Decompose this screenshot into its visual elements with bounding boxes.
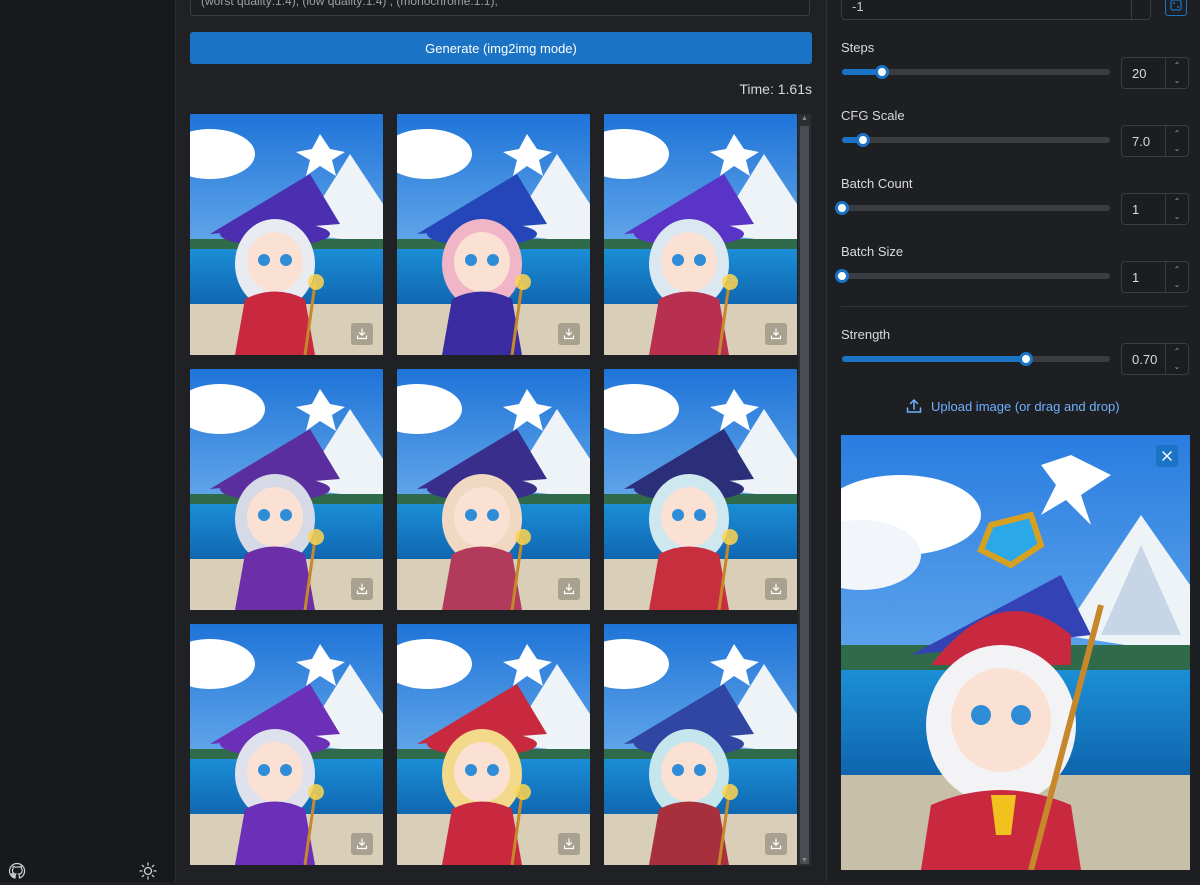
input-image: [841, 435, 1190, 870]
gallery-image[interactable]: [397, 369, 590, 610]
close-icon: [1162, 451, 1172, 461]
divider: [841, 306, 1187, 307]
strength-slider-handle[interactable]: [1018, 352, 1033, 366]
left-sidebar: [0, 0, 176, 882]
batch-size-slider[interactable]: [835, 269, 1110, 283]
cfg-scale-input[interactable]: 7.0 ⌃ ⌄: [1121, 125, 1189, 157]
image-gallery: [190, 114, 798, 866]
scrollbar-thumb[interactable]: [800, 126, 809, 864]
download-icon[interactable]: [351, 833, 373, 855]
gallery-image[interactable]: [190, 624, 383, 865]
gallery-image[interactable]: [604, 114, 797, 355]
batch-count-input[interactable]: 1 ⌃ ⌄: [1121, 193, 1189, 225]
cfg-scale-value: 7.0: [1132, 134, 1151, 149]
steps-stepper[interactable]: ⌃ ⌄: [1165, 58, 1188, 88]
cfg-scale-stepper[interactable]: ⌃ ⌄: [1165, 126, 1188, 156]
gallery-image[interactable]: [604, 624, 797, 865]
download-icon[interactable]: [558, 323, 580, 345]
download-icon[interactable]: [765, 578, 787, 600]
remove-image-button[interactable]: [1156, 445, 1178, 467]
download-icon[interactable]: [558, 578, 580, 600]
github-icon[interactable]: [8, 862, 26, 880]
steps-slider[interactable]: [842, 65, 1110, 79]
seed-input[interactable]: -1: [841, 0, 1151, 20]
batch-count-label: Batch Count: [841, 176, 913, 191]
upload-image-button[interactable]: Upload image (or drag and drop): [905, 396, 1120, 416]
generation-time: Time: 1.61s: [739, 81, 812, 97]
download-icon[interactable]: [351, 578, 373, 600]
batch-count-value: 1: [1132, 202, 1140, 217]
batch-size-stepper[interactable]: ⌃ ⌄: [1165, 262, 1188, 292]
gallery-image[interactable]: [190, 369, 383, 610]
steps-input[interactable]: 20 ⌃ ⌄: [1121, 57, 1189, 89]
steps-slider-handle[interactable]: [875, 65, 890, 79]
download-icon[interactable]: [351, 323, 373, 345]
download-icon[interactable]: [765, 323, 787, 345]
batch-size-label: Batch Size: [841, 244, 904, 259]
download-icon[interactable]: [558, 833, 580, 855]
dice-icon: [1170, 0, 1182, 11]
steps-value: 20: [1132, 66, 1147, 81]
seed-stepper[interactable]: [1131, 0, 1152, 20]
upload-icon: [906, 399, 922, 413]
gallery-image[interactable]: [604, 369, 797, 610]
sun-icon[interactable]: [139, 862, 157, 880]
batch-count-stepper[interactable]: ⌃ ⌄: [1165, 194, 1188, 224]
batch-size-value: 1: [1132, 270, 1140, 285]
gallery-scrollbar[interactable]: ▲ ▼: [798, 114, 811, 866]
generate-button[interactable]: Generate (img2img mode): [190, 32, 812, 64]
strength-label: Strength: [841, 327, 891, 342]
cfg-scale-label: CFG Scale: [841, 108, 905, 123]
steps-label: Steps: [841, 40, 875, 55]
cfg-scale-slider[interactable]: [842, 133, 1110, 147]
random-seed-button[interactable]: [1165, 0, 1187, 16]
batch-size-input[interactable]: 1 ⌃ ⌄: [1121, 261, 1189, 293]
upload-label: Upload image (or drag and drop): [931, 398, 1120, 414]
cfg-scale-slider-handle[interactable]: [856, 133, 871, 147]
gallery-image[interactable]: [397, 114, 590, 355]
batch-count-slider[interactable]: [835, 201, 1110, 215]
negative-prompt-field[interactable]: (worst quality:1.4), (low quality:1.4) ,…: [190, 0, 810, 16]
settings-panel: -1 Steps 20 ⌃ ⌄ CFG Scale 7.0 ⌃ ⌄ Batch Co…: [826, 0, 1200, 882]
download-icon[interactable]: [765, 833, 787, 855]
scroll-up-icon[interactable]: ▲: [798, 114, 811, 124]
strength-value: 0.70: [1132, 352, 1158, 367]
main-column: (worst quality:1.4), (low quality:1.4) ,…: [176, 0, 826, 882]
scroll-down-icon[interactable]: ▼: [798, 856, 811, 866]
batch-count-slider-handle[interactable]: [835, 201, 849, 215]
gallery-image[interactable]: [397, 624, 590, 865]
input-image-preview: [841, 435, 1190, 870]
strength-input[interactable]: 0.70 ⌃ ⌄: [1121, 343, 1189, 375]
strength-slider[interactable]: [842, 352, 1110, 366]
strength-stepper[interactable]: ⌃ ⌄: [1165, 344, 1188, 374]
batch-size-slider-handle[interactable]: [835, 269, 849, 283]
gallery-image[interactable]: [190, 114, 383, 355]
